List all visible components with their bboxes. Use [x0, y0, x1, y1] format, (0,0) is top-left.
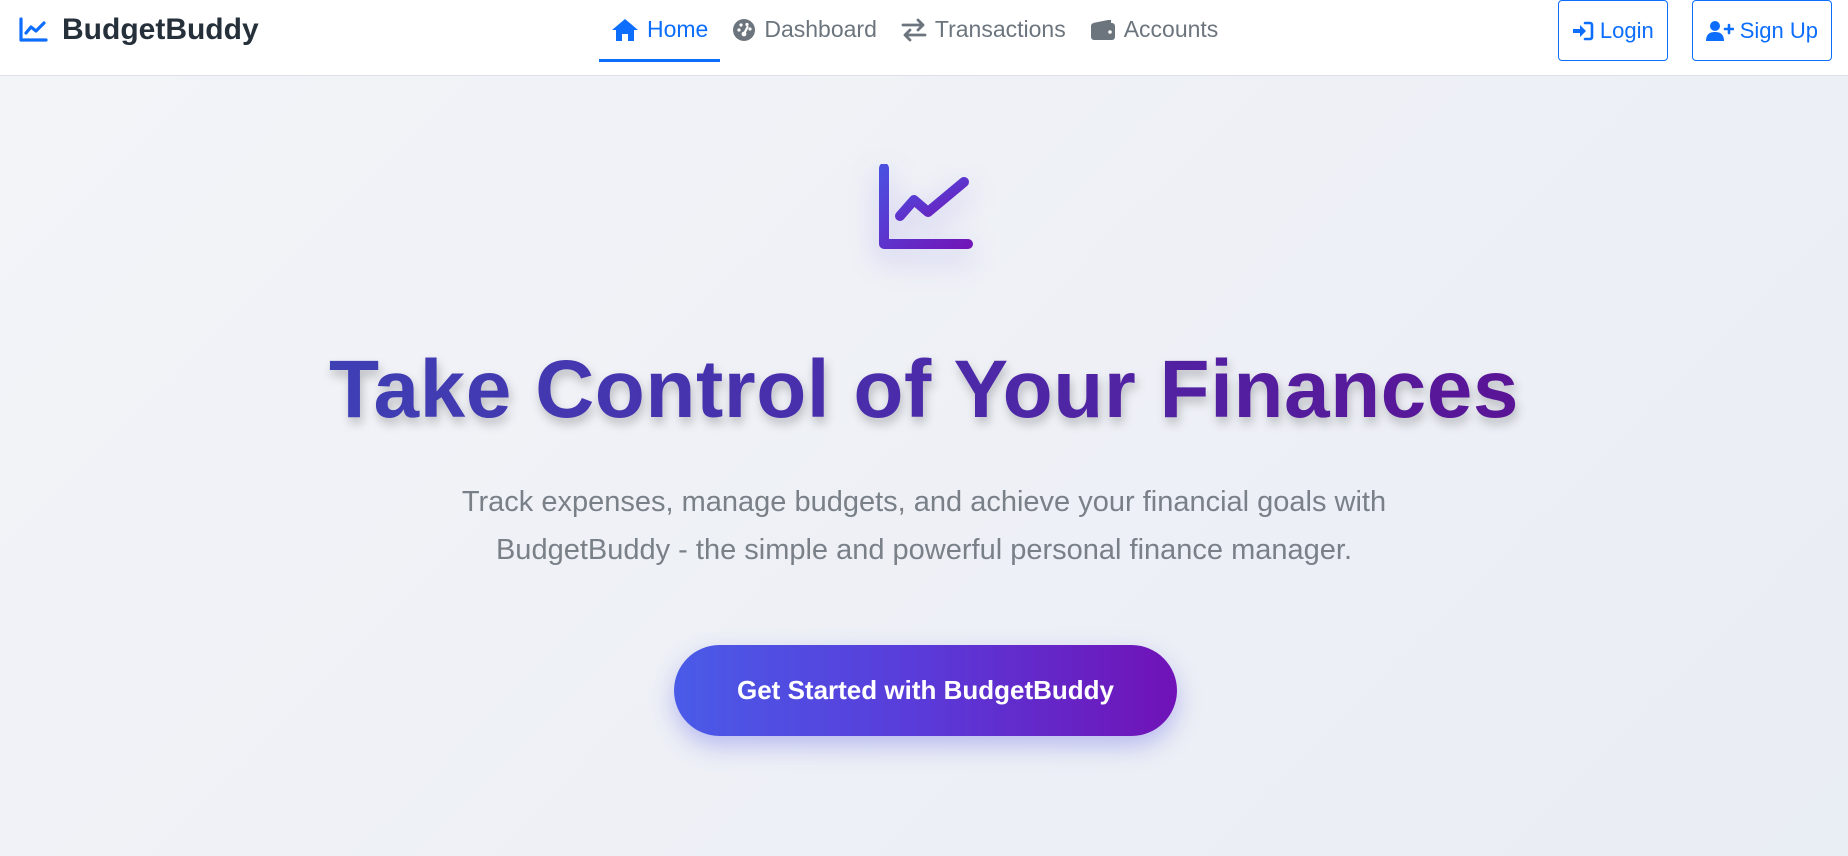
- hero-title: Take Control of Your Finances: [0, 340, 1848, 440]
- nav-item-home[interactable]: Home: [599, 0, 721, 62]
- gauge-icon: [733, 18, 756, 41]
- login-button[interactable]: Login: [1557, 0, 1668, 61]
- auth-buttons: Login Sign Up: [1557, 0, 1832, 61]
- login-label: Login: [1599, 17, 1654, 43]
- nav-item-label: Home: [647, 16, 709, 42]
- nav-item-label: Transactions: [934, 16, 1066, 42]
- signup-label: Sign Up: [1739, 17, 1818, 43]
- nav-item-dashboard[interactable]: Dashboard: [720, 0, 889, 62]
- top-navbar: BudgetBuddy Home Dashboard Transactions …: [0, 0, 1848, 76]
- nav-item-transactions[interactable]: Transactions: [889, 0, 1078, 62]
- nav-item-accounts[interactable]: Accounts: [1078, 0, 1231, 62]
- wallet-icon: [1090, 19, 1115, 40]
- sign-in-icon: [1572, 21, 1594, 40]
- main-nav: Home Dashboard Transactions Accounts: [599, 0, 1230, 62]
- home-icon: [612, 18, 638, 41]
- exchange-arrows-icon: [901, 18, 927, 41]
- chart-line-icon: [879, 164, 973, 249]
- hero-subtitle-line2: BudgetBuddy - the simple and powerful pe…: [495, 534, 1353, 566]
- nav-item-label: Dashboard: [764, 16, 877, 42]
- chart-line-icon: [19, 17, 48, 42]
- brand-link[interactable]: BudgetBuddy: [18, 12, 259, 48]
- hero-subtitle: Track expenses, manage budgets, and achi…: [424, 478, 1424, 574]
- get-started-button[interactable]: Get Started with BudgetBuddy: [674, 645, 1177, 736]
- user-plus-icon: [1705, 20, 1734, 41]
- nav-item-label: Accounts: [1123, 16, 1219, 42]
- hero-title-text: Take Control of Your Finances: [328, 344, 1519, 435]
- hero-subtitle-line1: Track expenses, manage budgets, and achi…: [461, 486, 1387, 518]
- signup-button[interactable]: Sign Up: [1691, 0, 1832, 61]
- brand-name: BudgetBuddy: [62, 13, 259, 46]
- cta-label: Get Started with BudgetBuddy: [737, 675, 1114, 705]
